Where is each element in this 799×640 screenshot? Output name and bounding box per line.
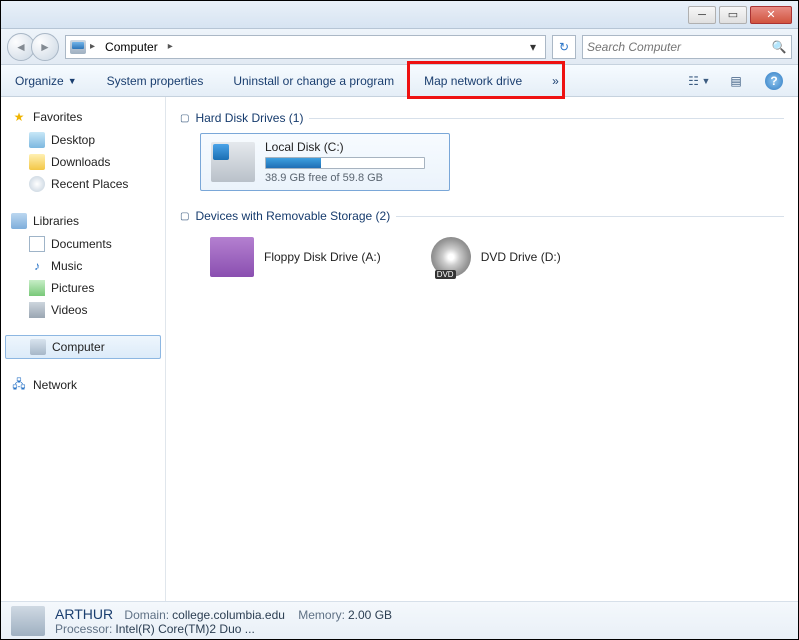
sidebar-item-desktop[interactable]: Desktop	[1, 129, 165, 151]
refresh-icon: ↻	[559, 40, 569, 54]
pane-icon: ▤	[728, 73, 744, 89]
change-view-button[interactable]: ☷ ▼	[684, 70, 712, 92]
sidebar-item-documents[interactable]: Documents	[1, 233, 165, 255]
hard-drive-icon	[211, 142, 255, 182]
dropdown-icon: ▼	[68, 76, 77, 86]
sidebar-item-recent-places[interactable]: Recent Places	[1, 173, 165, 195]
forward-button[interactable]: ►	[31, 33, 59, 61]
organize-menu[interactable]: Organize ▼	[11, 71, 81, 91]
search-box[interactable]: 🔍	[582, 35, 792, 59]
close-button[interactable]: ✕	[750, 6, 792, 24]
views-icon: ☷	[686, 73, 702, 89]
sidebar-item-network[interactable]: 🖧 Network	[1, 373, 165, 397]
details-pane: ARTHUR Domain: college.columbia.edu Memo…	[1, 601, 798, 639]
command-toolbar: Organize ▼ System properties Uninstall o…	[1, 65, 798, 97]
sidebar-libraries-label: Libraries	[33, 214, 79, 228]
search-input[interactable]	[587, 40, 771, 54]
downloads-icon	[29, 154, 45, 170]
section-divider	[309, 118, 784, 119]
uninstall-program-button[interactable]: Uninstall or change a program	[229, 71, 398, 91]
libraries-icon	[11, 213, 27, 229]
breadcrumb-sep-icon: ▸	[90, 41, 95, 52]
sidebar-item-label: Videos	[51, 303, 87, 317]
domain-key: Domain:	[124, 608, 169, 622]
sidebar-item-music[interactable]: ♪ Music	[1, 255, 165, 277]
help-icon: ?	[765, 72, 783, 90]
sidebar-item-videos[interactable]: Videos	[1, 299, 165, 321]
network-icon: 🖧	[11, 377, 27, 393]
computer-icon	[30, 339, 46, 355]
videos-icon	[29, 302, 45, 318]
maximize-button[interactable]: ▭	[719, 6, 747, 24]
sidebar-libraries-header[interactable]: Libraries	[1, 209, 165, 233]
drive-free-text: 38.9 GB free of 59.8 GB	[265, 172, 425, 184]
help-button[interactable]: ?	[760, 70, 788, 92]
sidebar-item-label: Recent Places	[51, 177, 128, 191]
disk-usage-bar	[265, 157, 425, 169]
refresh-button[interactable]: ↻	[552, 35, 576, 59]
section-divider	[396, 216, 784, 217]
nav-sidebar: ★ Favorites Desktop Downloads Recent Pla…	[1, 97, 166, 601]
drive-label: Local Disk (C:)	[265, 140, 425, 154]
nav-back-forward: ◄ ►	[7, 33, 59, 61]
drive-dvd-d[interactable]: DVD Drive (D:)	[421, 231, 571, 283]
floppy-icon	[210, 237, 254, 277]
toolbar-right: ☷ ▼ ▤ ?	[684, 70, 788, 92]
content-pane: ▢ Hard Disk Drives (1) Local Disk (C:) 3…	[166, 97, 798, 601]
toolbar-overflow-button[interactable]: »	[548, 71, 563, 91]
pictures-icon	[29, 280, 45, 296]
drive-label: DVD Drive (D:)	[481, 250, 561, 264]
preview-pane-button[interactable]: ▤	[722, 70, 750, 92]
dvd-icon	[431, 237, 471, 277]
sidebar-item-label: Documents	[51, 237, 112, 251]
memory-value: 2.00 GB	[348, 608, 392, 622]
map-network-drive-button[interactable]: Map network drive	[420, 71, 526, 91]
sidebar-favorites-header[interactable]: ★ Favorites	[1, 105, 165, 129]
disk-usage-fill	[266, 158, 321, 168]
section-title: Hard Disk Drives (1)	[195, 111, 303, 125]
drive-label: Floppy Disk Drive (A:)	[264, 250, 381, 264]
sidebar-item-label: Computer	[52, 340, 105, 354]
star-icon: ★	[11, 109, 27, 125]
sidebar-item-computer[interactable]: Computer	[5, 335, 161, 359]
system-properties-button[interactable]: System properties	[103, 71, 208, 91]
desktop-icon	[29, 132, 45, 148]
sidebar-item-downloads[interactable]: Downloads	[1, 151, 165, 173]
section-title: Devices with Removable Storage (2)	[195, 209, 390, 223]
sidebar-item-label: Network	[33, 378, 77, 392]
sidebar-item-pictures[interactable]: Pictures	[1, 277, 165, 299]
breadcrumb-sep-icon: ▸	[168, 41, 173, 52]
computer-icon	[70, 40, 86, 54]
recent-icon	[29, 176, 45, 192]
sidebar-item-label: Downloads	[51, 155, 110, 169]
organize-label: Organize	[15, 74, 64, 88]
dropdown-icon: ▼	[702, 76, 711, 86]
drive-floppy-a[interactable]: Floppy Disk Drive (A:)	[200, 231, 391, 283]
nav-row: ◄ ► ▸ Computer ▸ ▾ ↻ 🔍	[1, 29, 798, 65]
sidebar-item-label: Pictures	[51, 281, 94, 295]
search-icon: 🔍	[771, 39, 787, 55]
window-titlebar: ─ ▭ ✕	[1, 1, 798, 29]
section-removable-storage[interactable]: ▢ Devices with Removable Storage (2)	[180, 209, 784, 223]
section-hard-disk-drives[interactable]: ▢ Hard Disk Drives (1)	[180, 111, 784, 125]
sidebar-item-label: Music	[51, 259, 82, 273]
breadcrumb-computer[interactable]: Computer	[99, 38, 164, 56]
collapse-icon: ▢	[180, 211, 189, 222]
memory-key: Memory:	[298, 608, 345, 622]
documents-icon	[29, 236, 45, 252]
drive-local-disk-c[interactable]: Local Disk (C:) 38.9 GB free of 59.8 GB	[200, 133, 450, 191]
address-bar[interactable]: ▸ Computer ▸ ▾	[65, 35, 546, 59]
minimize-button[interactable]: ─	[688, 6, 716, 24]
collapse-icon: ▢	[180, 113, 189, 124]
computer-thumb-icon	[11, 606, 45, 636]
sidebar-item-label: Desktop	[51, 133, 95, 147]
processor-value: Intel(R) Core(TM)2 Duo ...	[115, 622, 254, 636]
processor-key: Processor:	[55, 622, 112, 636]
address-dropdown-icon[interactable]: ▾	[525, 40, 541, 54]
music-icon: ♪	[29, 258, 45, 274]
sidebar-favorites-label: Favorites	[33, 110, 82, 124]
main-area: ★ Favorites Desktop Downloads Recent Pla…	[1, 97, 798, 601]
computer-name: ARTHUR	[55, 606, 113, 622]
domain-value: college.columbia.edu	[172, 608, 285, 622]
